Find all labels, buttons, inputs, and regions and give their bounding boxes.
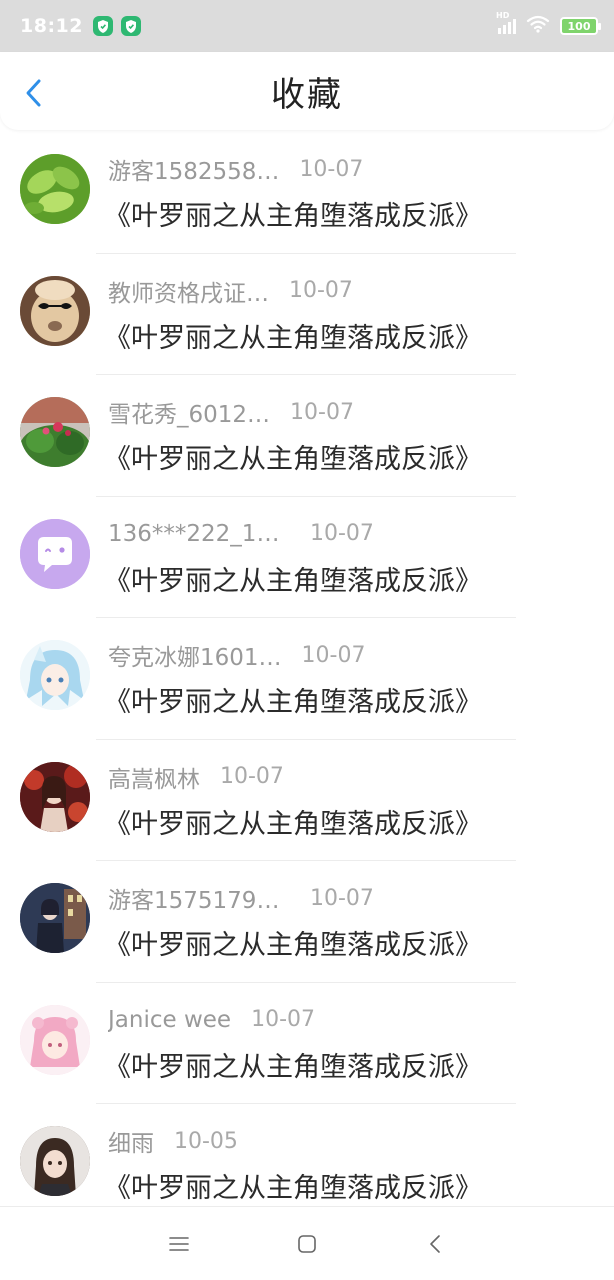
- item-date: 10-07: [290, 399, 354, 425]
- item-meta: 游客15751796… 10-07: [108, 881, 374, 915]
- signal-icon: HD: [496, 11, 516, 34]
- user-name[interactable]: 高嵩枫林: [108, 760, 200, 794]
- avatar: [20, 1004, 90, 1075]
- book-title[interactable]: 《叶罗丽之从主角堕落成反派》: [104, 1045, 482, 1084]
- avatar: [20, 397, 90, 467]
- network-type-label: HD: [496, 10, 510, 20]
- list-item[interactable]: 夸克冰娜1601… 10-07 《叶罗丽之从主角堕落成反派》: [0, 618, 614, 740]
- green-leaf-icon: [20, 154, 90, 224]
- user-name[interactable]: 细雨: [108, 1124, 154, 1158]
- wifi-icon: [526, 15, 550, 37]
- chat-bubble-icon: [20, 518, 90, 589]
- item-meta: 教师资格戌证… 10-07: [108, 274, 353, 308]
- back-button[interactable]: [16, 76, 50, 110]
- back-chevron-icon: [430, 1234, 440, 1253]
- menu-button[interactable]: [115, 1214, 243, 1274]
- item-date: 10-07: [220, 764, 284, 789]
- battery-level: 100: [567, 19, 591, 33]
- item-meta: 高嵩枫林 10-07: [108, 760, 284, 794]
- user-name[interactable]: Janice wee: [108, 1007, 231, 1033]
- system-nav-bar: [0, 1206, 614, 1280]
- dark-hair-doll-icon: [20, 1126, 90, 1196]
- anime-red-scene-icon: [20, 761, 90, 832]
- list-item[interactable]: 雪花秀_6012… 10-07 《叶罗丽之从主角堕落成反派》: [0, 375, 614, 497]
- avatar: [20, 154, 90, 224]
- item-date: 10-07: [299, 156, 364, 182]
- home-square-icon: [298, 1234, 316, 1253]
- item-date: 10-07: [301, 642, 366, 668]
- book-title[interactable]: 《叶罗丽之从主角堕落成反派》: [104, 923, 482, 962]
- list-item[interactable]: 高嵩枫林 10-07 《叶罗丽之从主角堕落成反派》: [0, 740, 614, 861]
- avatar: [20, 518, 90, 589]
- list-item[interactable]: 136***222_19… 10-07 《叶罗丽之从主角堕落成反派》: [0, 497, 614, 618]
- item-date: 10-07: [310, 521, 374, 546]
- favorites-list: 游客1582558… 10-07 《叶罗丽之从主角堕落成反派》 教师资格戌证… …: [0, 132, 614, 1226]
- status-time: 18:12: [20, 15, 83, 37]
- pink-hair-girl-icon: [20, 1004, 90, 1075]
- user-name[interactable]: 游客15751796…: [108, 881, 290, 915]
- user-name[interactable]: 游客1582558…: [108, 152, 279, 186]
- shield-icon: [92, 16, 113, 36]
- item-date: 10-05: [174, 1128, 238, 1154]
- list-item[interactable]: 游客1582558… 10-07 《叶罗丽之从主角堕落成反派》: [0, 132, 614, 254]
- book-title[interactable]: 《叶罗丽之从主角堕落成反派》: [104, 559, 482, 598]
- phone-screen: 18:12 HD 100 收藏 游客1582558… 10-07 《叶罗丽之从主…: [0, 0, 614, 1280]
- book-title[interactable]: 《叶罗丽之从主角堕落成反派》: [104, 1166, 482, 1205]
- system-back-button[interactable]: [371, 1214, 499, 1274]
- avatar: [20, 1126, 90, 1196]
- avatar: [20, 640, 90, 710]
- anime-street-icon: [20, 883, 90, 953]
- page-title: 收藏: [271, 74, 343, 115]
- book-title[interactable]: 《叶罗丽之从主角堕落成反派》: [104, 437, 482, 476]
- flower-bush-icon: [20, 397, 90, 467]
- status-bar: 18:12 HD 100: [0, 0, 614, 52]
- book-title[interactable]: 《叶罗丽之从主角堕落成反派》: [104, 316, 482, 355]
- book-title[interactable]: 《叶罗丽之从主角堕落成反派》: [104, 680, 482, 719]
- item-meta: 夸克冰娜1601… 10-07: [108, 638, 366, 672]
- shield-icon: [120, 16, 141, 36]
- item-meta: 136***222_19… 10-07: [108, 519, 374, 549]
- avatar: [20, 761, 90, 832]
- list-item[interactable]: 教师资格戌证… 10-07 《叶罗丽之从主角堕落成反派》: [0, 254, 614, 375]
- list-item[interactable]: 游客15751796… 10-07 《叶罗丽之从主角堕落成反派》: [0, 861, 614, 983]
- book-title[interactable]: 《叶罗丽之从主角堕落成反派》: [104, 802, 482, 841]
- user-name[interactable]: 136***222_19…: [108, 521, 290, 547]
- battery-icon: 100: [560, 17, 601, 35]
- user-name[interactable]: 雪花秀_6012…: [108, 395, 270, 429]
- avatar: [20, 883, 90, 953]
- menu-icon: [169, 1236, 189, 1251]
- alpaca-sunglasses-icon: [20, 275, 90, 346]
- home-button[interactable]: [243, 1214, 371, 1274]
- status-indicators: HD 100: [496, 11, 601, 37]
- item-meta: 细雨 10-05: [108, 1124, 238, 1158]
- item-meta: Janice wee 10-07: [108, 1005, 315, 1035]
- app-header: 收藏: [0, 52, 614, 130]
- user-name[interactable]: 教师资格戌证…: [108, 274, 269, 308]
- item-date: 10-07: [289, 278, 353, 303]
- list-item[interactable]: Janice wee 10-07 《叶罗丽之从主角堕落成反派》: [0, 983, 614, 1104]
- user-name[interactable]: 夸克冰娜1601…: [108, 638, 282, 672]
- item-meta: 雪花秀_6012… 10-07: [108, 395, 354, 429]
- book-title[interactable]: 《叶罗丽之从主角堕落成反派》: [104, 194, 482, 233]
- item-date: 10-07: [310, 885, 374, 911]
- anime-blue-hair-icon: [20, 640, 90, 710]
- chevron-left-icon: [26, 79, 41, 107]
- avatar: [20, 275, 90, 346]
- item-date: 10-07: [251, 1007, 316, 1032]
- item-meta: 游客1582558… 10-07: [108, 152, 364, 186]
